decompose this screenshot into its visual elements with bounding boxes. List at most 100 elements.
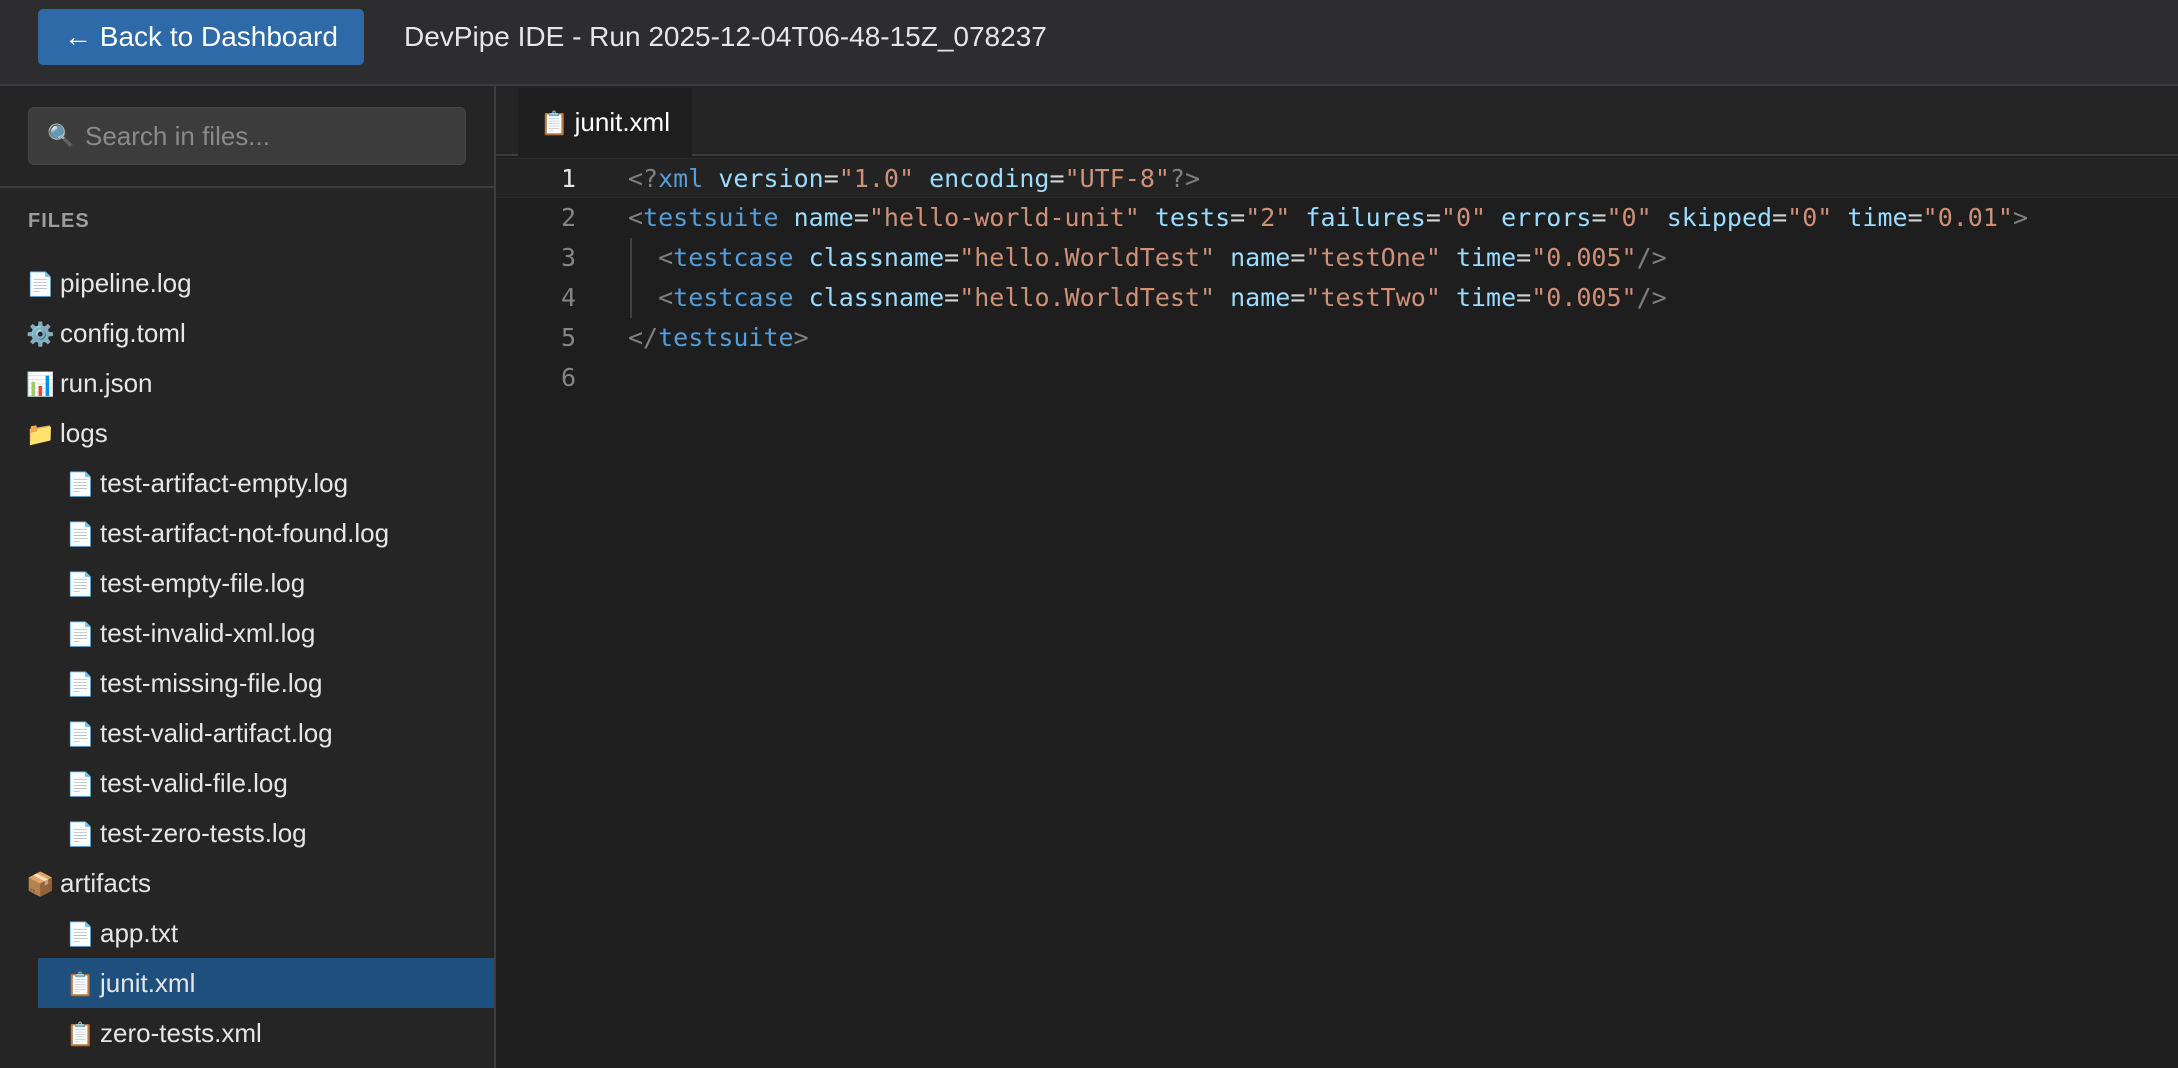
file-item-test-valid-file-log[interactable]: 📄 test-valid-file.log (38, 758, 494, 808)
file-icon: 📄 (66, 921, 95, 947)
file-item-app-txt[interactable]: 📄 app.txt (38, 908, 494, 958)
code-token: "0" (1440, 203, 1487, 232)
code-line[interactable]: 4 <testcase classname="hello.WorldTest" … (496, 278, 2178, 318)
code-token: = (1516, 283, 1532, 312)
file-icon: 📄 (66, 671, 95, 697)
code-token: "testTwo" (1305, 283, 1441, 312)
search-area: 🔍 (0, 86, 494, 188)
code-line[interactable]: 6 (496, 358, 2178, 398)
tab-junit-xml[interactable]: 📋 junit.xml (518, 88, 692, 156)
back-to-dashboard-button[interactable]: ← Back to Dashboard (38, 9, 364, 65)
folder-logs[interactable]: 📁 logs (0, 408, 494, 458)
files-section-label: FILES (28, 210, 90, 232)
file-icon: 📄 (26, 271, 55, 297)
code-line[interactable]: 3 <testcase classname="hello.WorldTest" … (496, 238, 2178, 278)
folder-label: artifacts (60, 868, 152, 898)
code-area[interactable]: 1 <?xml version="1.0" encoding="UTF-8"?> 2… (496, 158, 2178, 398)
clipboard-icon: 📋 (66, 971, 95, 997)
code-token: "0" (1787, 203, 1833, 232)
code-token: tests (1154, 203, 1231, 232)
search-icon: 🔍 (47, 123, 75, 148)
code-line[interactable]: 1 <?xml version="1.0" encoding="UTF-8"?> (496, 158, 2178, 198)
code-token: <? (628, 164, 659, 193)
code-token: = (1425, 203, 1441, 232)
code-line[interactable]: 2 <testsuite name="hello-world-unit" test… (496, 198, 2178, 238)
code-token: time (1847, 203, 1908, 232)
search-box[interactable]: 🔍 (28, 107, 466, 165)
code-token: testcase (673, 283, 794, 312)
code-token: time (1455, 283, 1517, 312)
file-item-junit-xml[interactable]: 📋 junit.xml (38, 958, 494, 1008)
file-item-label: test-invalid-xml.log (100, 618, 316, 648)
file-item-label: test-zero-tests.log (100, 818, 307, 848)
code-token: classname (808, 283, 945, 312)
file-item-label: zero-tests.xml (100, 1018, 262, 1048)
file-item-test-zero-tests-log[interactable]: 📄 test-zero-tests.log (38, 808, 494, 858)
code-token: "testOne" (1305, 243, 1441, 272)
page-title: DevPipe IDE - Run 2025-12-04T06-48-15Z_0… (404, 21, 1047, 52)
file-item-test-empty-file-log[interactable]: 📄 test-empty-file.log (38, 558, 494, 608)
file-item-label: test-empty-file.log (100, 568, 306, 598)
code-token: < (658, 283, 674, 312)
code-token: skipped (1666, 203, 1773, 232)
package-icon: 📦 (26, 871, 55, 897)
line-number: 4 (560, 283, 576, 312)
search-input[interactable] (83, 116, 453, 156)
code-token: "0.005" (1531, 283, 1637, 312)
code-token: name (1230, 283, 1291, 312)
code-token: < (628, 203, 644, 232)
file-item-zero-tests-xml[interactable]: 📋 zero-tests.xml (38, 1008, 494, 1058)
code-text: <testsuite name="hello-world-unit" tests… (628, 198, 2028, 238)
code-line[interactable]: 5 </testsuite> (496, 318, 2178, 358)
code-token: "hello.WorldTest" (959, 283, 1216, 312)
code-token: "0.005" (1531, 243, 1637, 272)
code-editor: 📋 junit.xml 1 <?xml version="1.0" encoding… (496, 86, 2178, 1068)
code-token: > (2012, 203, 2029, 232)
folder-artifacts[interactable]: 📦 artifacts (0, 858, 494, 908)
code-token: </ (628, 323, 659, 352)
file-item-label: junit.xml (100, 968, 196, 998)
tab-label: junit.xml (574, 107, 670, 137)
code-token: encoding (929, 164, 1050, 193)
file-item-run-json[interactable]: 📊 run.json (0, 358, 494, 408)
gear-icon: ⚙️ (26, 321, 55, 347)
code-token: "hello-world-unit" (868, 203, 1140, 232)
file-item-test-artifact-not-found-log[interactable]: 📄 test-artifact-not-found.log (38, 508, 494, 558)
file-item-test-valid-artifact-log[interactable]: 📄 test-valid-artifact.log (38, 708, 494, 758)
file-item-label: test-valid-file.log (100, 768, 288, 798)
code-token: name (793, 203, 854, 232)
code-token: errors (1501, 203, 1592, 232)
code-token: testsuite (643, 203, 779, 232)
code-token: "0.01" (1922, 203, 2013, 232)
file-item-pipeline-log[interactable]: 📄 pipeline.log (0, 258, 494, 308)
code-token: "UTF-8" (1064, 164, 1170, 193)
file-item-test-missing-file-log[interactable]: 📄 test-missing-file.log (38, 658, 494, 708)
code-text: <testcase classname="hello.WorldTest" na… (628, 238, 1667, 278)
file-item-label: app.txt (100, 918, 179, 948)
file-item-test-artifact-empty-log[interactable]: 📄 test-artifact-empty.log (38, 458, 494, 508)
file-item-config-toml[interactable]: ⚙️ config.toml (0, 308, 494, 358)
code-token: failures (1305, 203, 1426, 232)
code-token: = (1290, 283, 1306, 312)
code-token: classname (808, 243, 945, 272)
code-token: xml (658, 164, 704, 193)
file-item-test-invalid-xml-log[interactable]: 📄 test-invalid-xml.log (38, 608, 494, 658)
code-token: = (853, 203, 869, 232)
code-token: /> (1636, 243, 1667, 272)
line-number: 2 (560, 203, 576, 232)
line-number: 3 (560, 243, 576, 272)
code-token: = (1230, 203, 1246, 232)
file-icon: 📄 (66, 571, 95, 597)
line-number: 6 (560, 363, 576, 392)
folder-icon: 📁 (26, 421, 55, 447)
